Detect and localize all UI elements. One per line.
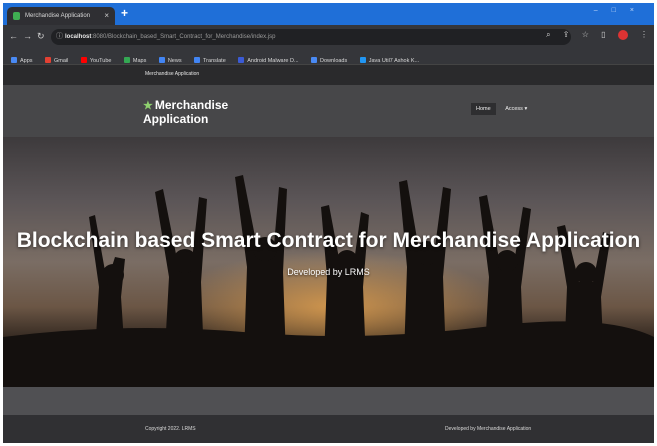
info-icon: ⓘ — [56, 33, 63, 40]
forward-icon[interactable]: → — [23, 31, 32, 41]
menu-icon[interactable]: ⋮ — [640, 30, 648, 39]
download-icon — [311, 57, 318, 63]
site-navbar: ★ Merchandise Application Home Access ▾ — [3, 85, 654, 137]
gmail-icon — [45, 57, 51, 63]
bookmarks-bar: Apps Gmail YouTube Maps News Translate A… — [3, 49, 654, 65]
top-strip-title: Merchandise Application — [145, 71, 200, 77]
content-band — [3, 387, 654, 415]
bookmark-star-icon[interactable]: ☆ — [582, 30, 589, 39]
nav-access-dropdown[interactable]: Access ▾ — [500, 103, 532, 115]
brand-line1: Merchandise — [154, 98, 229, 112]
star-icon: ★ — [143, 100, 153, 112]
reload-icon[interactable]: ↻ — [37, 31, 45, 42]
nav-menu: Home Access ▾ — [471, 103, 535, 115]
maps-icon — [123, 57, 130, 63]
profile-avatar[interactable] — [617, 30, 628, 40]
footer-credit: Developed by Merchandise Application — [445, 426, 532, 432]
bookmark-icon — [359, 57, 366, 63]
window-controls[interactable]: –□× — [594, 7, 648, 14]
footer-copyright: Copyright 2022. LRMS — [145, 426, 196, 432]
hero-banner: Blockchain based Smart Contract for Merc… — [3, 137, 654, 387]
url-path: :8080/Blockchain_based_Smart_Contract_fo… — [91, 34, 276, 40]
back-icon[interactable]: ← — [9, 31, 18, 41]
close-tab-icon[interactable]: × — [104, 7, 109, 25]
browser-window: Merchandise Application × + –□× ← → ↻ ⓘ … — [3, 3, 654, 443]
url-field[interactable]: ⓘ localhost:8080/Blockchain_based_Smart_… — [51, 29, 571, 45]
browser-tab[interactable]: Merchandise Application × — [7, 7, 115, 25]
site-footer: Copyright 2022. LRMS Developed by Mercha… — [3, 415, 654, 443]
share-icon[interactable]: ⇪ — [563, 30, 570, 39]
brand-line2: Application — [143, 112, 209, 126]
apps-icon — [11, 57, 17, 63]
hero-subtitle: Developed by LRMS — [287, 267, 370, 277]
news-icon — [158, 57, 165, 63]
youtube-icon — [80, 57, 87, 63]
translate-icon — [194, 57, 201, 63]
tab-title: Merchandise Application — [25, 13, 91, 19]
web-page: Merchandise Application ★ Merchandise App… — [3, 65, 654, 443]
hero-title: Blockchain based Smart Contract for Merc… — [16, 229, 641, 252]
address-bar-row: ← → ↻ ⓘ localhost:8080/Blockchain_based_… — [3, 25, 654, 49]
hero-silhouettes — [3, 175, 654, 387]
tab-bar: Merchandise Application × + –□× — [3, 3, 654, 25]
url-host: localhost — [65, 34, 92, 40]
sidebar-icon[interactable]: ▯ — [601, 30, 605, 39]
new-tab-button[interactable]: + — [121, 6, 128, 20]
nav-home[interactable]: Home — [471, 103, 496, 115]
bookmark-icon — [238, 57, 245, 63]
zoom-icon[interactable]: ⌕ — [546, 30, 550, 39]
site-brand[interactable]: ★ Merchandise Application — [143, 99, 228, 126]
toolbar-icons: ⌕ ⇪ ☆ ▯ ⋮ — [536, 30, 648, 40]
favicon-icon — [13, 12, 20, 20]
top-strip: Merchandise Application — [3, 65, 654, 85]
